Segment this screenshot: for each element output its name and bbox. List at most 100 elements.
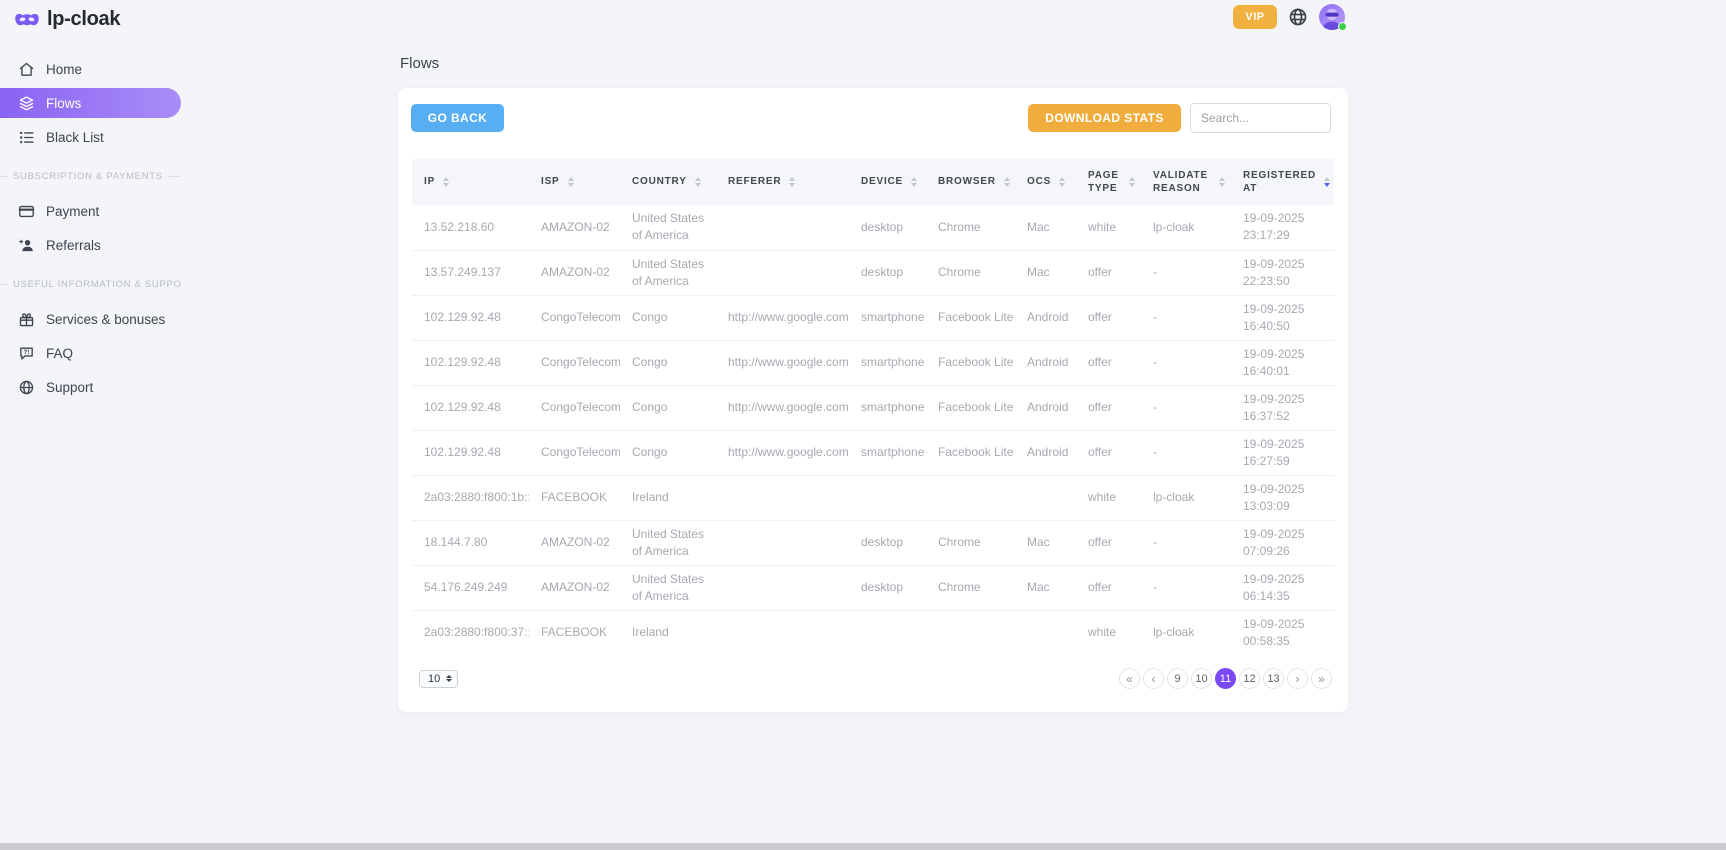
sidebar-item-services-bonuses[interactable]: Services & bonuses <box>0 304 181 334</box>
column-header-country[interactable]: COUNTRY <box>620 159 716 205</box>
cell-registered_at: 19-09-202523:17:29 <box>1231 205 1334 250</box>
column-header-browser[interactable]: BROWSER <box>926 159 1015 205</box>
registered-time: 07:09:26 <box>1243 543 1326 560</box>
cell-browser: Chrome <box>926 205 1015 250</box>
person-add-icon <box>17 236 35 254</box>
cell-ip: 18.144.7.80 <box>412 520 529 565</box>
cell-country: United States of America <box>620 565 716 610</box>
sidebar-item-faq[interactable]: ?!FAQ <box>0 338 181 368</box>
sidebar-item-label: Services & bonuses <box>46 312 165 327</box>
column-header-ocs[interactable]: OCS <box>1015 159 1076 205</box>
table-row: 102.129.92.48CongoTelecomCongohttp://www… <box>412 295 1334 340</box>
pagination: «‹910111213›» <box>1119 668 1332 689</box>
sidebar-item-label: Black List <box>46 130 104 145</box>
sidebar-section-nav: SUBSCRIPTION & PAYMENTSPaymentReferralsU… <box>0 171 181 402</box>
sort-icon <box>1324 177 1330 187</box>
cell-ip: 2a03:2880:f800:1b:: <box>412 475 529 520</box>
column-header-inner: IP <box>424 175 523 189</box>
cell-page_type: offer <box>1076 430 1141 475</box>
pagination-page-13[interactable]: 13 <box>1263 668 1284 689</box>
sidebar-item-label: Flows <box>46 96 81 111</box>
sidebar-item-black-list[interactable]: Black List <box>0 122 181 152</box>
column-header-validate_reason[interactable]: VALIDATE REASON <box>1141 159 1231 205</box>
sidebar-item-home[interactable]: Home <box>0 54 181 84</box>
sidebar-item-referrals[interactable]: Referrals <box>0 230 181 260</box>
table-row: 13.52.218.60AMAZON-02United States of Am… <box>412 205 1334 250</box>
registered-time: 23:17:29 <box>1243 227 1326 244</box>
cell-page_type: offer <box>1076 340 1141 385</box>
column-header-label: PAGE TYPE <box>1088 169 1121 196</box>
cell-browser: Chrome <box>926 250 1015 295</box>
cell-isp: CongoTelecom <box>529 295 620 340</box>
user-avatar[interactable] <box>1319 4 1345 30</box>
sort-icon <box>1129 177 1135 187</box>
cell-country: United States of America <box>620 520 716 565</box>
cell-device: desktop <box>849 565 926 610</box>
cell-country: Ireland <box>620 475 716 520</box>
sidebar-item-label: Referrals <box>46 238 101 253</box>
column-header-ip[interactable]: IP <box>412 159 529 205</box>
vip-button[interactable]: VIP <box>1233 5 1277 29</box>
pagination-prev-button[interactable]: ‹ <box>1143 668 1164 689</box>
cell-country: Congo <box>620 430 716 475</box>
column-header-referer[interactable]: REFERER <box>716 159 849 205</box>
sidebar-item-label: Payment <box>46 204 99 219</box>
column-header-page_type[interactable]: PAGE TYPE <box>1076 159 1141 205</box>
pagination-last-button[interactable]: » <box>1311 668 1332 689</box>
go-back-button[interactable]: GO BACK <box>411 104 504 132</box>
registered-time: 06:14:35 <box>1243 588 1326 605</box>
cell-registered_at: 19-09-202500:58:35 <box>1231 610 1334 655</box>
sidebar-item-flows[interactable]: Flows <box>0 88 181 118</box>
sidebar-item-payment[interactable]: Payment <box>0 196 181 226</box>
sidebar-section-title: USEFUL INFORMATION & SUPPORT <box>0 279 181 290</box>
column-header-inner: PAGE TYPE <box>1088 169 1135 196</box>
cell-validate_reason: - <box>1141 565 1231 610</box>
cell-ocs: Mac <box>1015 565 1076 610</box>
registered-date: 19-09-2025 <box>1243 210 1326 227</box>
column-header-isp[interactable]: ISP <box>529 159 620 205</box>
column-header-registered_at[interactable]: REGISTERED AT <box>1231 159 1334 205</box>
registered-date: 19-09-2025 <box>1243 436 1326 453</box>
cell-device: smartphone <box>849 430 926 475</box>
brand[interactable]: lp-cloak <box>14 8 120 31</box>
registered-time: 16:40:01 <box>1243 363 1326 380</box>
topbar: lp-cloak VIP <box>0 0 1348 36</box>
language-globe-icon[interactable] <box>1288 7 1308 27</box>
gift-icon <box>17 310 35 328</box>
column-header-label: ISP <box>541 175 560 189</box>
cell-ocs <box>1015 475 1076 520</box>
pagination-next-button[interactable]: › <box>1287 668 1308 689</box>
cell-ip: 54.176.249.249 <box>412 565 529 610</box>
download-stats-button[interactable]: DOWNLOAD STATS <box>1028 104 1181 132</box>
pagination-page-12[interactable]: 12 <box>1239 668 1260 689</box>
column-header-label: IP <box>424 175 435 189</box>
pagination-page-11[interactable]: 11 <box>1215 668 1236 689</box>
column-header-device[interactable]: DEVICE <box>849 159 926 205</box>
flows-icon <box>17 94 35 112</box>
pagination-page-9[interactable]: 9 <box>1167 668 1188 689</box>
cell-validate_reason: - <box>1141 295 1231 340</box>
credit-card-icon <box>17 202 35 220</box>
cell-isp: AMAZON-02 <box>529 250 620 295</box>
cell-referer: http://www.google.com/ <box>716 340 849 385</box>
column-header-label: DEVICE <box>861 175 903 189</box>
horizontal-scrollbar[interactable] <box>0 843 1726 850</box>
table-row: 2a03:2880:f800:37::FACEBOOKIrelandwhitel… <box>412 610 1334 655</box>
pagination-first-button[interactable]: « <box>1119 668 1140 689</box>
support-globe-icon <box>17 378 35 396</box>
registered-date: 19-09-2025 <box>1243 346 1326 363</box>
sort-icon <box>1219 177 1225 187</box>
page-size-select[interactable]: 10 <box>419 670 458 688</box>
registered-time: 16:40:50 <box>1243 318 1326 335</box>
online-status-dot <box>1338 22 1347 31</box>
cell-ocs: Mac <box>1015 520 1076 565</box>
cell-device: smartphone <box>849 385 926 430</box>
cell-validate_reason: - <box>1141 430 1231 475</box>
pagination-page-10[interactable]: 10 <box>1191 668 1212 689</box>
sidebar-item-support[interactable]: Support <box>0 372 181 402</box>
column-header-label: BROWSER <box>938 175 996 189</box>
table-row: 18.144.7.80AMAZON-02United States of Ame… <box>412 520 1334 565</box>
search-input[interactable] <box>1190 103 1331 133</box>
cell-isp: CongoTelecom <box>529 430 620 475</box>
sort-icon <box>695 177 701 187</box>
